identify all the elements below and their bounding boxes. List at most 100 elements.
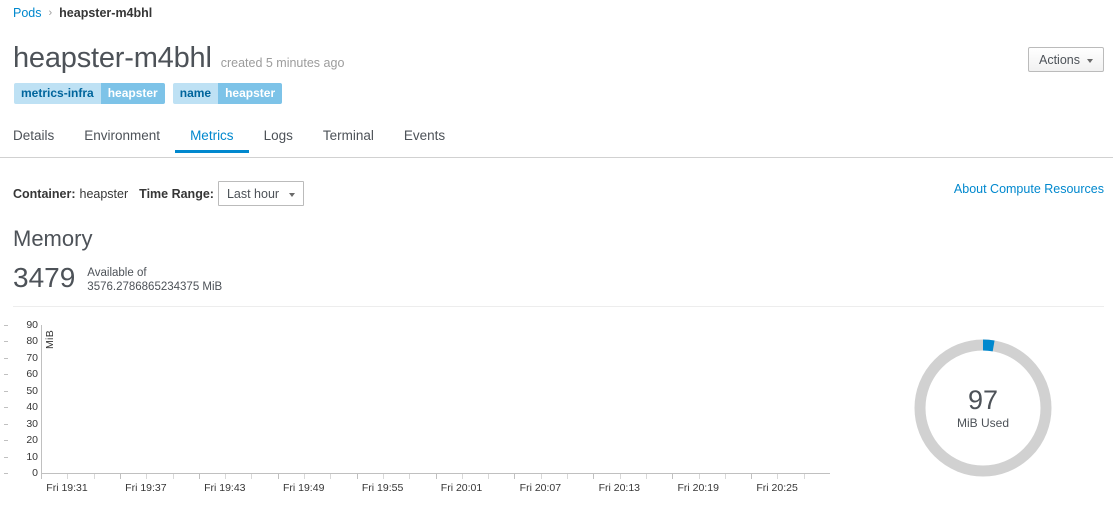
breadcrumb-separator-icon: › [48, 7, 53, 19]
chart-x-tick-mark-minor [172, 474, 174, 479]
chart-x-tick-mark-minor [803, 474, 805, 479]
metric-available-value: 3479 [13, 262, 76, 293]
label-chip[interactable]: name heapster [172, 83, 283, 104]
chart-y-tick: 0 [32, 467, 38, 479]
time-range-selected-value: Last hour [226, 186, 280, 201]
container-selector: Container: heapster [13, 187, 128, 201]
actions-button[interactable]: Actions [1028, 47, 1104, 72]
chart-x-tick-mark-minor [724, 474, 726, 479]
time-range-dropdown[interactable]: Last hour [217, 181, 305, 206]
chart-x-tick-mark-minor [251, 474, 253, 479]
chart-x-tick-mark-minor [93, 474, 95, 479]
chart-y-axis [41, 325, 42, 473]
chart-x-tick: Fri 19:37 [125, 482, 167, 494]
chart-y-tick-mark [4, 341, 8, 343]
time-range-label: Time Range: [139, 186, 214, 201]
page-header: heapster-m4bhl created 5 minutes ago [13, 42, 344, 75]
section-divider [13, 306, 1104, 307]
chart-y-tick-mark [4, 440, 8, 442]
tab-environment[interactable]: Environment [69, 128, 175, 152]
chart-y-tick: 50 [26, 384, 38, 397]
donut-center-text: 97 MiB Used [908, 333, 1058, 483]
donut-used-value: 97 [967, 385, 999, 415]
chart-x-tick: Fri 20:25 [756, 482, 798, 494]
chart-y-tick-labels: 0 10 20 30 40 50 60 70 80 90 [4, 318, 38, 480]
chart-x-tick-mark [514, 474, 516, 479]
chart-y-tick-mark [4, 325, 8, 326]
chart-x-tick-mark-minor [330, 474, 332, 479]
breadcrumb: Pods › heapster-m4bhl [13, 5, 152, 22]
chart-x-tick-mark [593, 474, 595, 479]
label-list: metrics-infra heapster name heapster [14, 83, 283, 104]
chart-y-tick: 70 [26, 351, 38, 364]
chart-x-tick-mark [356, 474, 358, 479]
metrics-toolbar: Container: heapster Time Range: Last hou… [13, 181, 305, 206]
chart-x-tick-mark-minor [619, 474, 621, 479]
chart-y-tick: 30 [26, 417, 38, 430]
label-chip-key: metrics-infra [14, 83, 101, 104]
page-title: heapster-m4bhl [13, 42, 212, 74]
label-chip-key: name [172, 83, 219, 104]
about-compute-resources-link[interactable]: About Compute Resources [954, 182, 1104, 196]
page-created-time: created 5 minutes ago [220, 56, 345, 70]
chart-x-tick-mark-minor [567, 474, 568, 479]
chart-y-tick: 20 [26, 434, 38, 447]
chart-x-tick-mark-minor [461, 474, 463, 479]
chart-x-tick-mark-minor [645, 474, 647, 479]
chart-x-tick-mark-minor [488, 474, 490, 479]
memory-usage-donut[interactable]: 97 MiB Used [908, 333, 1058, 483]
chart-y-tick-mark [4, 473, 8, 474]
metric-available-caption-line2: 3576.2786865234375 MiB [87, 281, 223, 293]
chart-y-tick: 40 [26, 401, 38, 414]
actions-button-label: Actions [1039, 52, 1080, 67]
time-range-selector: Time Range: Last hour [139, 181, 305, 206]
container-label: Container: [13, 186, 76, 201]
chart-x-tick-mark-minor [698, 474, 700, 479]
breadcrumb-current: heapster-m4bhl [59, 6, 153, 20]
tab-metrics[interactable]: Metrics [175, 128, 249, 153]
chart-x-tick-mark [277, 474, 279, 479]
chart-x-tick-mark-minor [777, 474, 779, 479]
memory-usage-chart[interactable]: 0 10 20 30 40 50 60 70 80 90 MiB Fri 19:31 Fri 19:… [0, 318, 860, 503]
container-value: heapster [79, 186, 129, 201]
label-chip[interactable]: metrics-infra heapster [14, 83, 165, 104]
chart-x-tick: Fri 19:31 [46, 482, 88, 494]
chart-x-tick: Fri 20:19 [677, 482, 719, 494]
chart-y-axis-title: MiB [44, 330, 56, 349]
tab-logs[interactable]: Logs [249, 128, 308, 152]
chart-x-tick-mark-minor [540, 474, 542, 479]
metric-section-title: Memory [13, 226, 93, 251]
tab-events[interactable]: Events [389, 128, 460, 152]
metric-summary: 3479 Available of 3576.2786865234375 MiB [13, 262, 222, 294]
chevron-down-icon [1087, 58, 1093, 63]
chart-y-tick-mark [4, 456, 8, 458]
label-chip-value: heapster [218, 83, 283, 104]
chart-x-tick-mark-minor [382, 474, 384, 479]
chart-x-tick: Fri 19:43 [204, 482, 246, 494]
chart-x-tick: Fri 20:01 [440, 482, 483, 494]
chart-y-tick-mark [4, 407, 8, 409]
chart-y-tick-mark [4, 374, 8, 376]
chart-y-tick: 60 [26, 368, 38, 381]
chart-x-tick-mark [751, 474, 753, 479]
chart-x-tick-mark-minor [304, 474, 305, 479]
metric-available-caption-line1: Available of [87, 267, 147, 279]
chart-x-tick: Fri 20:07 [519, 482, 562, 494]
chart-x-tick-mark-minor [225, 474, 227, 479]
chart-y-tick-mark [4, 390, 8, 392]
chart-y-tick-mark [4, 423, 8, 425]
chart-y-tick: 90 [26, 319, 38, 331]
chevron-down-icon [289, 192, 296, 197]
chart-x-tick-mark-minor [67, 474, 69, 479]
tab-details[interactable]: Details [13, 128, 69, 152]
chart-x-tick-mark [435, 474, 437, 479]
chart-y-tick-mark [4, 357, 8, 359]
chart-x-tick-mark-minor [146, 474, 148, 479]
chart-y-tick: 80 [26, 335, 38, 348]
chart-x-tick-mark [198, 474, 200, 479]
tab-terminal[interactable]: Terminal [308, 128, 389, 152]
label-chip-value: heapster [100, 83, 165, 104]
metric-available-caption: Available of 3576.2786865234375 MiB [87, 262, 222, 294]
breadcrumb-link-pods[interactable]: Pods [13, 5, 42, 22]
chart-x-tick-mark-minor [409, 474, 411, 479]
